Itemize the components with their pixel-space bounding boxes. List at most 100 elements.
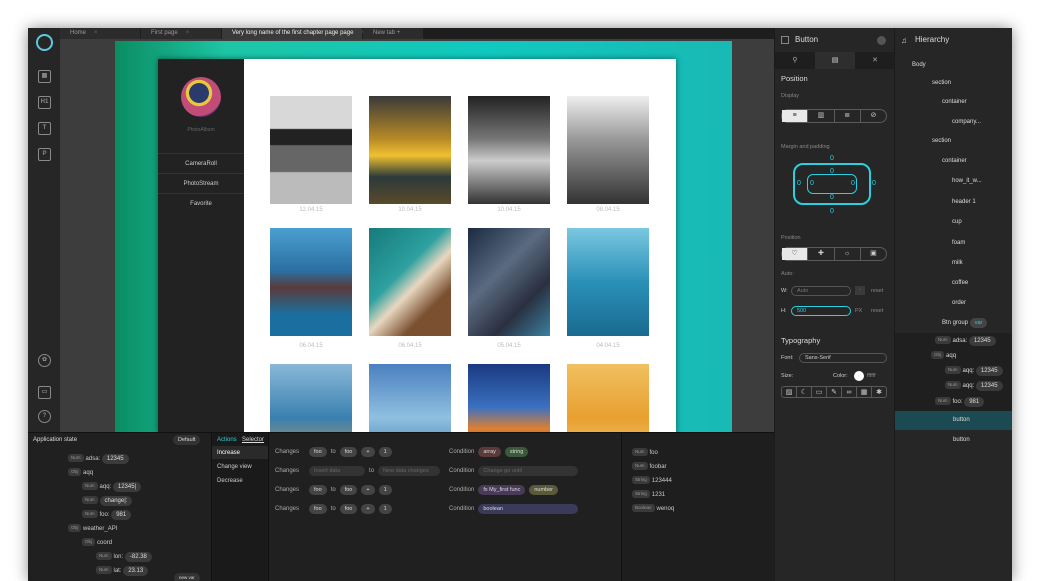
photo-thumbnail[interactable]	[468, 364, 550, 434]
tree-item-button[interactable]: button	[953, 432, 970, 448]
var-row[interactable]: Num adsa: 12345	[935, 333, 996, 349]
color-hex[interactable]: ffffff	[867, 373, 876, 379]
menu-favorite[interactable]: Favorite	[158, 193, 244, 213]
var-row[interactable]: Num aqq: 12345	[945, 363, 1003, 379]
position-selector[interactable]: ♡ ✚ ☼ ▣	[781, 247, 887, 261]
width-unit[interactable]: -	[855, 286, 865, 295]
var-value[interactable]: 12345	[968, 336, 996, 346]
color-swatch[interactable]	[854, 371, 864, 381]
settings-icon[interactable]: ✱	[872, 387, 886, 397]
photo-thumbnail[interactable]	[270, 96, 352, 204]
condition-arg[interactable]: string	[504, 447, 529, 457]
inline-icon[interactable]: ≣	[835, 110, 861, 122]
var-row[interactable]: Num foo: 981	[935, 394, 985, 410]
tab-first-page[interactable]: First page ×	[141, 28, 221, 39]
var-value[interactable]: 12345	[975, 381, 1003, 391]
padding-top[interactable]: 0	[830, 168, 834, 175]
tree-item[interactable]: foam	[952, 235, 965, 251]
state-row[interactable]: Num lon: -82.38	[96, 551, 152, 563]
margin-left[interactable]: 0	[797, 180, 801, 187]
operand[interactable]: 1	[378, 485, 392, 495]
tree-item[interactable]: container	[942, 153, 967, 169]
font-select[interactable]: Sans-Serif	[799, 353, 887, 363]
padding-bottom[interactable]: 0	[830, 194, 834, 201]
height-unit[interactable]: PX	[855, 308, 862, 314]
var-value[interactable]: 12345|	[112, 482, 142, 492]
tree-item[interactable]: milk	[952, 255, 963, 271]
aperture-icon[interactable]: ✿	[38, 354, 51, 367]
photo-thumbnail[interactable]	[468, 228, 550, 336]
operand[interactable]: 1	[378, 447, 392, 457]
padding-box[interactable]	[807, 174, 857, 194]
layout-icon[interactable]: ▦	[38, 70, 51, 83]
var-value[interactable]: 981	[964, 397, 985, 407]
state-row[interactable]: Num change|:	[82, 495, 133, 507]
image-icon[interactable]: ▦	[857, 387, 872, 397]
condition-arg[interactable]: number	[529, 485, 559, 495]
photo-thumbnail[interactable]	[270, 364, 352, 434]
default-select[interactable]: Default	[173, 434, 201, 446]
tree-item[interactable]: order	[952, 295, 966, 311]
var-row[interactable]: Obj aqq	[931, 348, 956, 364]
options-icon[interactable]	[877, 36, 886, 45]
inline-block-icon[interactable]: ▥	[808, 110, 835, 122]
tree-item[interactable]: how_it_w...	[952, 173, 982, 189]
operator[interactable]: +	[361, 485, 375, 495]
change-target[interactable]: foo	[339, 447, 358, 457]
help-icon[interactable]: ?	[38, 410, 51, 423]
action-change-view[interactable]: Change view	[217, 461, 252, 473]
link-icon[interactable]: ∞	[842, 387, 857, 397]
var-chip[interactable]: Num foo	[632, 447, 658, 459]
function-arg[interactable]: fx My_first func	[478, 485, 526, 495]
padding-right[interactable]: 0	[851, 180, 855, 187]
photo-thumbnail[interactable]	[369, 228, 451, 336]
heading-icon[interactable]: H1	[38, 96, 51, 109]
change-target[interactable]: foo	[339, 485, 358, 495]
close-icon[interactable]: ×	[186, 30, 190, 36]
action-increase[interactable]: Increase	[217, 447, 240, 459]
width-input[interactable]: Auto	[791, 286, 851, 296]
tree-item-btn-group[interactable]: Btn group var	[942, 315, 988, 331]
var-value[interactable]: 12345	[975, 366, 1003, 376]
static-icon[interactable]: ♡	[782, 248, 809, 260]
operator[interactable]: +	[361, 447, 375, 457]
change-source[interactable]: foo	[309, 485, 327, 495]
hidden-icon[interactable]: ⊘	[861, 110, 886, 122]
tree-item[interactable]: header 1	[952, 194, 976, 210]
var-chip[interactable]: String 1231	[632, 489, 665, 501]
operator[interactable]: +	[361, 504, 375, 514]
tab-selector[interactable]: Selector	[242, 434, 264, 446]
condition-arg[interactable]: boolean	[478, 504, 579, 514]
padding-left[interactable]: 0	[810, 180, 814, 187]
margin-right[interactable]: 0	[872, 180, 876, 187]
tree-item[interactable]: Body	[912, 57, 926, 73]
monitor-icon[interactable]: ▭	[38, 386, 51, 399]
condition-arg[interactable]: array	[478, 447, 501, 457]
change-source[interactable]: foo	[309, 504, 327, 514]
photo-thumbnail[interactable]	[369, 364, 451, 434]
tree-item[interactable]: container	[942, 94, 967, 110]
menu-camera-roll[interactable]: CameraRoll	[158, 153, 244, 173]
state-row[interactable]: Num aqq: 12345|	[82, 481, 142, 493]
change-target-input[interactable]: New data changes	[378, 466, 441, 476]
relative-icon[interactable]: ✚	[808, 248, 835, 260]
style-icon[interactable]: ▤	[815, 52, 855, 69]
fixed-icon[interactable]: ▣	[861, 248, 886, 260]
text-style-tools[interactable]: ▨ ☾ ▭ ✎ ∞ ▦ ✱	[781, 386, 887, 398]
var-chip[interactable]: String 123444	[632, 475, 672, 487]
tree-item-button[interactable]: button	[953, 412, 970, 428]
filter-icon[interactable]: ⚲	[775, 52, 815, 69]
change-source[interactable]: foo	[309, 447, 327, 457]
tab-chapter-page[interactable]: Very long name of the first chapter page…	[222, 28, 365, 39]
state-row[interactable]: Obj aqq	[68, 467, 93, 479]
tree-item[interactable]: coffee	[952, 275, 968, 291]
italic-icon[interactable]: ☾	[797, 387, 812, 397]
absolute-icon[interactable]: ☼	[835, 248, 861, 260]
change-target[interactable]: foo	[339, 504, 358, 514]
photo-thumbnail[interactable]	[567, 96, 649, 204]
state-row[interactable]: Num lat: 23.13	[96, 565, 149, 577]
photo-thumbnail[interactable]	[567, 228, 649, 336]
operand[interactable]: 1	[378, 504, 392, 514]
close-icon[interactable]: ×	[94, 30, 98, 36]
photo-thumbnail[interactable]	[567, 364, 649, 434]
